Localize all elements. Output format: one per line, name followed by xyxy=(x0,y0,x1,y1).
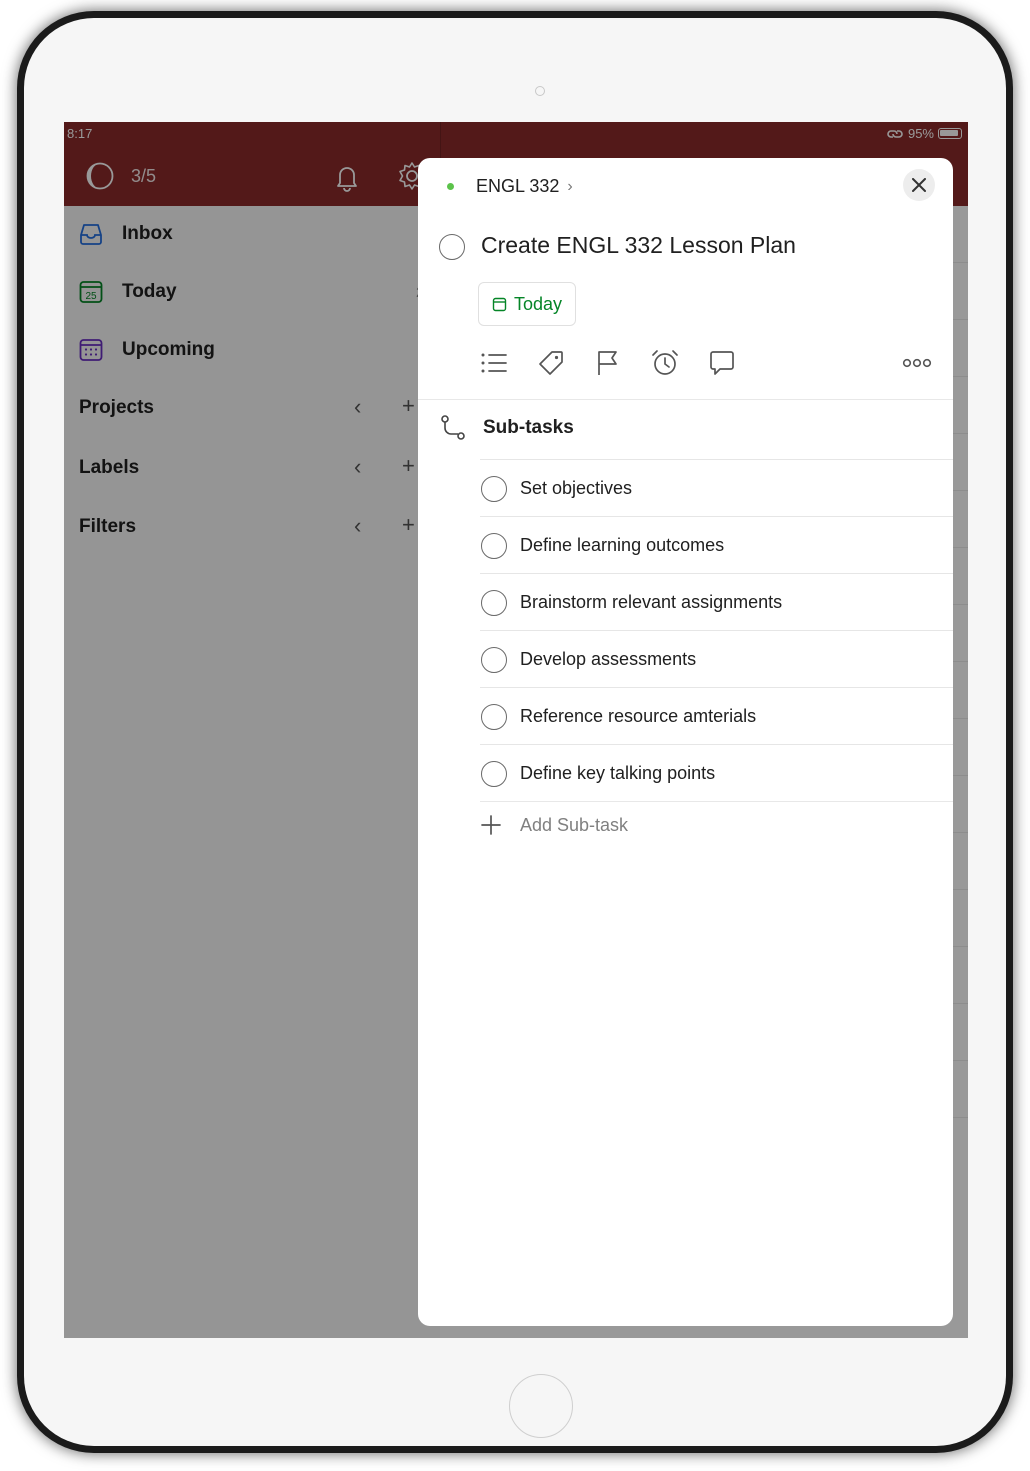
project-name: ENGL 332 xyxy=(476,176,560,196)
labels-button[interactable] xyxy=(534,346,568,380)
subtask-row[interactable]: Set objectives xyxy=(480,459,953,516)
subtask-checkbox[interactable] xyxy=(481,761,507,787)
reminders-button[interactable] xyxy=(648,346,682,380)
task-title[interactable]: Create ENGL 332 Lesson Plan xyxy=(481,232,796,259)
calendar-icon xyxy=(492,297,507,311)
list-icon xyxy=(481,353,507,373)
subtask-label: Define key talking points xyxy=(520,763,716,783)
subtask-label: Define learning outcomes xyxy=(520,535,725,555)
subtasks-list-button[interactable] xyxy=(477,346,511,380)
subtask-checkbox[interactable] xyxy=(481,533,507,559)
subtask-checkbox[interactable] xyxy=(481,590,507,616)
subtask-label: Set objectives xyxy=(520,478,633,498)
close-button[interactable] xyxy=(903,169,935,201)
flag-icon xyxy=(598,351,617,375)
subtask-checkbox[interactable] xyxy=(481,704,507,730)
subtask-row[interactable]: Reference resource amterials xyxy=(480,687,953,744)
section-divider xyxy=(418,399,953,400)
priority-button[interactable] xyxy=(591,346,625,380)
screen: 8:17 95% 3/5 Inbox 25 Today 2 Upcoming P… xyxy=(64,122,968,1338)
project-breadcrumb[interactable]: ENGL 332 › xyxy=(447,176,573,197)
subtask-checkbox[interactable] xyxy=(481,476,507,502)
home-button[interactable] xyxy=(509,1374,573,1438)
task-complete-checkbox[interactable] xyxy=(439,234,465,260)
task-action-toolbar xyxy=(418,346,953,382)
alarm-clock-icon xyxy=(652,350,678,375)
subtasks-icon xyxy=(441,415,465,440)
tag-icon xyxy=(539,351,563,375)
subtask-row[interactable]: Define learning outcomes xyxy=(480,516,953,573)
subtasks-header: Sub-tasks xyxy=(440,414,574,441)
comment-icon xyxy=(710,351,734,375)
project-color-dot xyxy=(447,183,454,190)
subtask-label: Reference resource amterials xyxy=(520,706,757,726)
more-horizontal-icon xyxy=(902,358,932,368)
more-options-button[interactable] xyxy=(900,346,934,380)
close-icon xyxy=(912,178,926,192)
plus-icon xyxy=(481,815,501,835)
task-detail-panel: ENGL 332 › Create ENGL 332 Lesson Plan T… xyxy=(418,158,953,1326)
due-date-button[interactable]: Today xyxy=(478,282,576,326)
subtasks-divider xyxy=(480,801,953,802)
chevron-right-icon: › xyxy=(567,177,573,195)
subtask-label: Develop assessments xyxy=(520,649,697,669)
due-date-label: Today xyxy=(513,293,563,314)
add-subtask-label: Add Sub-task xyxy=(520,814,629,835)
front-camera xyxy=(535,86,545,96)
comments-button[interactable] xyxy=(705,346,739,380)
subtasks-title: Sub-tasks xyxy=(483,416,574,438)
subtask-row[interactable]: Define key talking points xyxy=(480,744,953,801)
subtask-checkbox[interactable] xyxy=(481,647,507,673)
subtask-row[interactable]: Develop assessments xyxy=(480,630,953,687)
subtask-row[interactable]: Brainstorm relevant assignments xyxy=(480,573,953,630)
add-subtask-button[interactable]: Add Sub-task xyxy=(480,814,628,836)
subtask-label: Brainstorm relevant assignments xyxy=(520,592,783,612)
